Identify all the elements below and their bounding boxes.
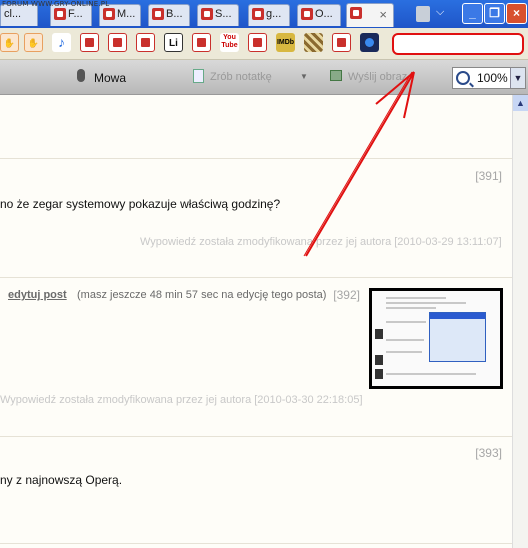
tab-6[interactable]: g... [248,4,290,26]
divider [0,436,512,437]
gry-online-icon [54,8,66,21]
trash-icon[interactable] [416,6,430,22]
gry-online-icon [350,7,362,20]
tab-label: M... [117,8,136,20]
zoom-icon [456,71,470,85]
divider [0,277,512,278]
post-number: [391] [475,169,502,183]
imdb-icon[interactable]: IMDb [276,33,295,52]
gry-online-icon[interactable] [248,33,267,52]
post-edited-note: Wypowiedź została zmodyfikowana przez je… [0,394,363,406]
note-button[interactable]: Zrób notatkę [210,71,272,83]
gry-online-icon [103,8,115,21]
scroll-up-icon[interactable]: ▲ [513,95,528,111]
edit-time-note: (masz jeszcze 48 min 57 sec na edycję te… [77,289,327,301]
tab-active[interactable]: × [346,3,394,27]
gry-online-icon [301,8,313,21]
dialog-preview [429,312,486,362]
tab-label: B... [166,8,183,20]
gry-online-icon[interactable] [80,33,99,52]
gry-online-icon [152,8,164,21]
close-button[interactable]: × [506,3,527,24]
voice-button[interactable]: Mowa [94,71,126,85]
gry-online-icon [201,8,213,21]
hand-icon[interactable]: ✋ [0,33,19,52]
post-text: ny z najnowszą Operą. [0,473,123,487]
gry-online-icon [252,8,264,21]
music-note-icon[interactable]: ♪ [52,33,71,52]
post-edited-note: Wypowiedź została zmodyfikowana przez je… [140,236,502,248]
scrollbar[interactable]: ▲ [512,95,528,548]
watermark: FORUM WWW.GRY-ONLINE.PL [2,0,110,8]
tab-7[interactable]: O... [297,4,341,26]
tab-label: S... [215,8,232,20]
gry-online-icon[interactable] [108,33,127,52]
linkedin-icon[interactable]: Li [164,33,183,52]
maximize-button[interactable]: ❐ [484,3,505,24]
tab-label: g... [266,8,282,20]
page-content: [391] no że zegar systemowy pokazuje wła… [0,95,512,548]
search-input[interactable] [392,33,524,55]
gry-online-icon[interactable] [332,33,351,52]
image-icon[interactable] [330,70,342,81]
screenshot-thumbnail[interactable] [369,288,503,389]
tab-label: O... [315,8,333,20]
chevron-down-icon[interactable]: ▼ [300,72,308,81]
send-image-button[interactable]: Wyślij obraz [348,71,407,83]
edit-post-link[interactable]: edytuj post [8,289,67,301]
chevron-down-icon[interactable]: ⌵ [436,6,444,19]
zoom-control[interactable]: 100% ▼ [452,67,526,89]
post-number: [393] [475,446,502,460]
divider [0,158,512,159]
hand-icon[interactable]: ✋ [24,33,43,52]
blue-dot-icon[interactable] [360,33,379,52]
tab-4[interactable]: B... [148,4,190,26]
stripes-icon[interactable] [304,33,323,52]
microphone-icon[interactable] [77,69,85,82]
gry-online-icon[interactable] [136,33,155,52]
divider [0,543,512,544]
zoom-value: 100% [477,71,508,85]
tab-label: F... [68,8,83,20]
youtube-icon[interactable]: You Tube [220,33,239,52]
tab-5[interactable]: S... [197,4,239,26]
note-icon[interactable] [193,69,204,83]
zoom-dropdown-icon[interactable]: ▼ [510,68,525,88]
minimize-button[interactable]: _ [462,3,483,24]
tab-label: cl... [4,8,22,20]
tab-close-icon[interactable]: × [379,7,387,22]
gry-online-icon[interactable] [192,33,211,52]
post-number: [392] [333,288,360,302]
post-text: no że zegar systemowy pokazuje właściwą … [0,197,281,211]
